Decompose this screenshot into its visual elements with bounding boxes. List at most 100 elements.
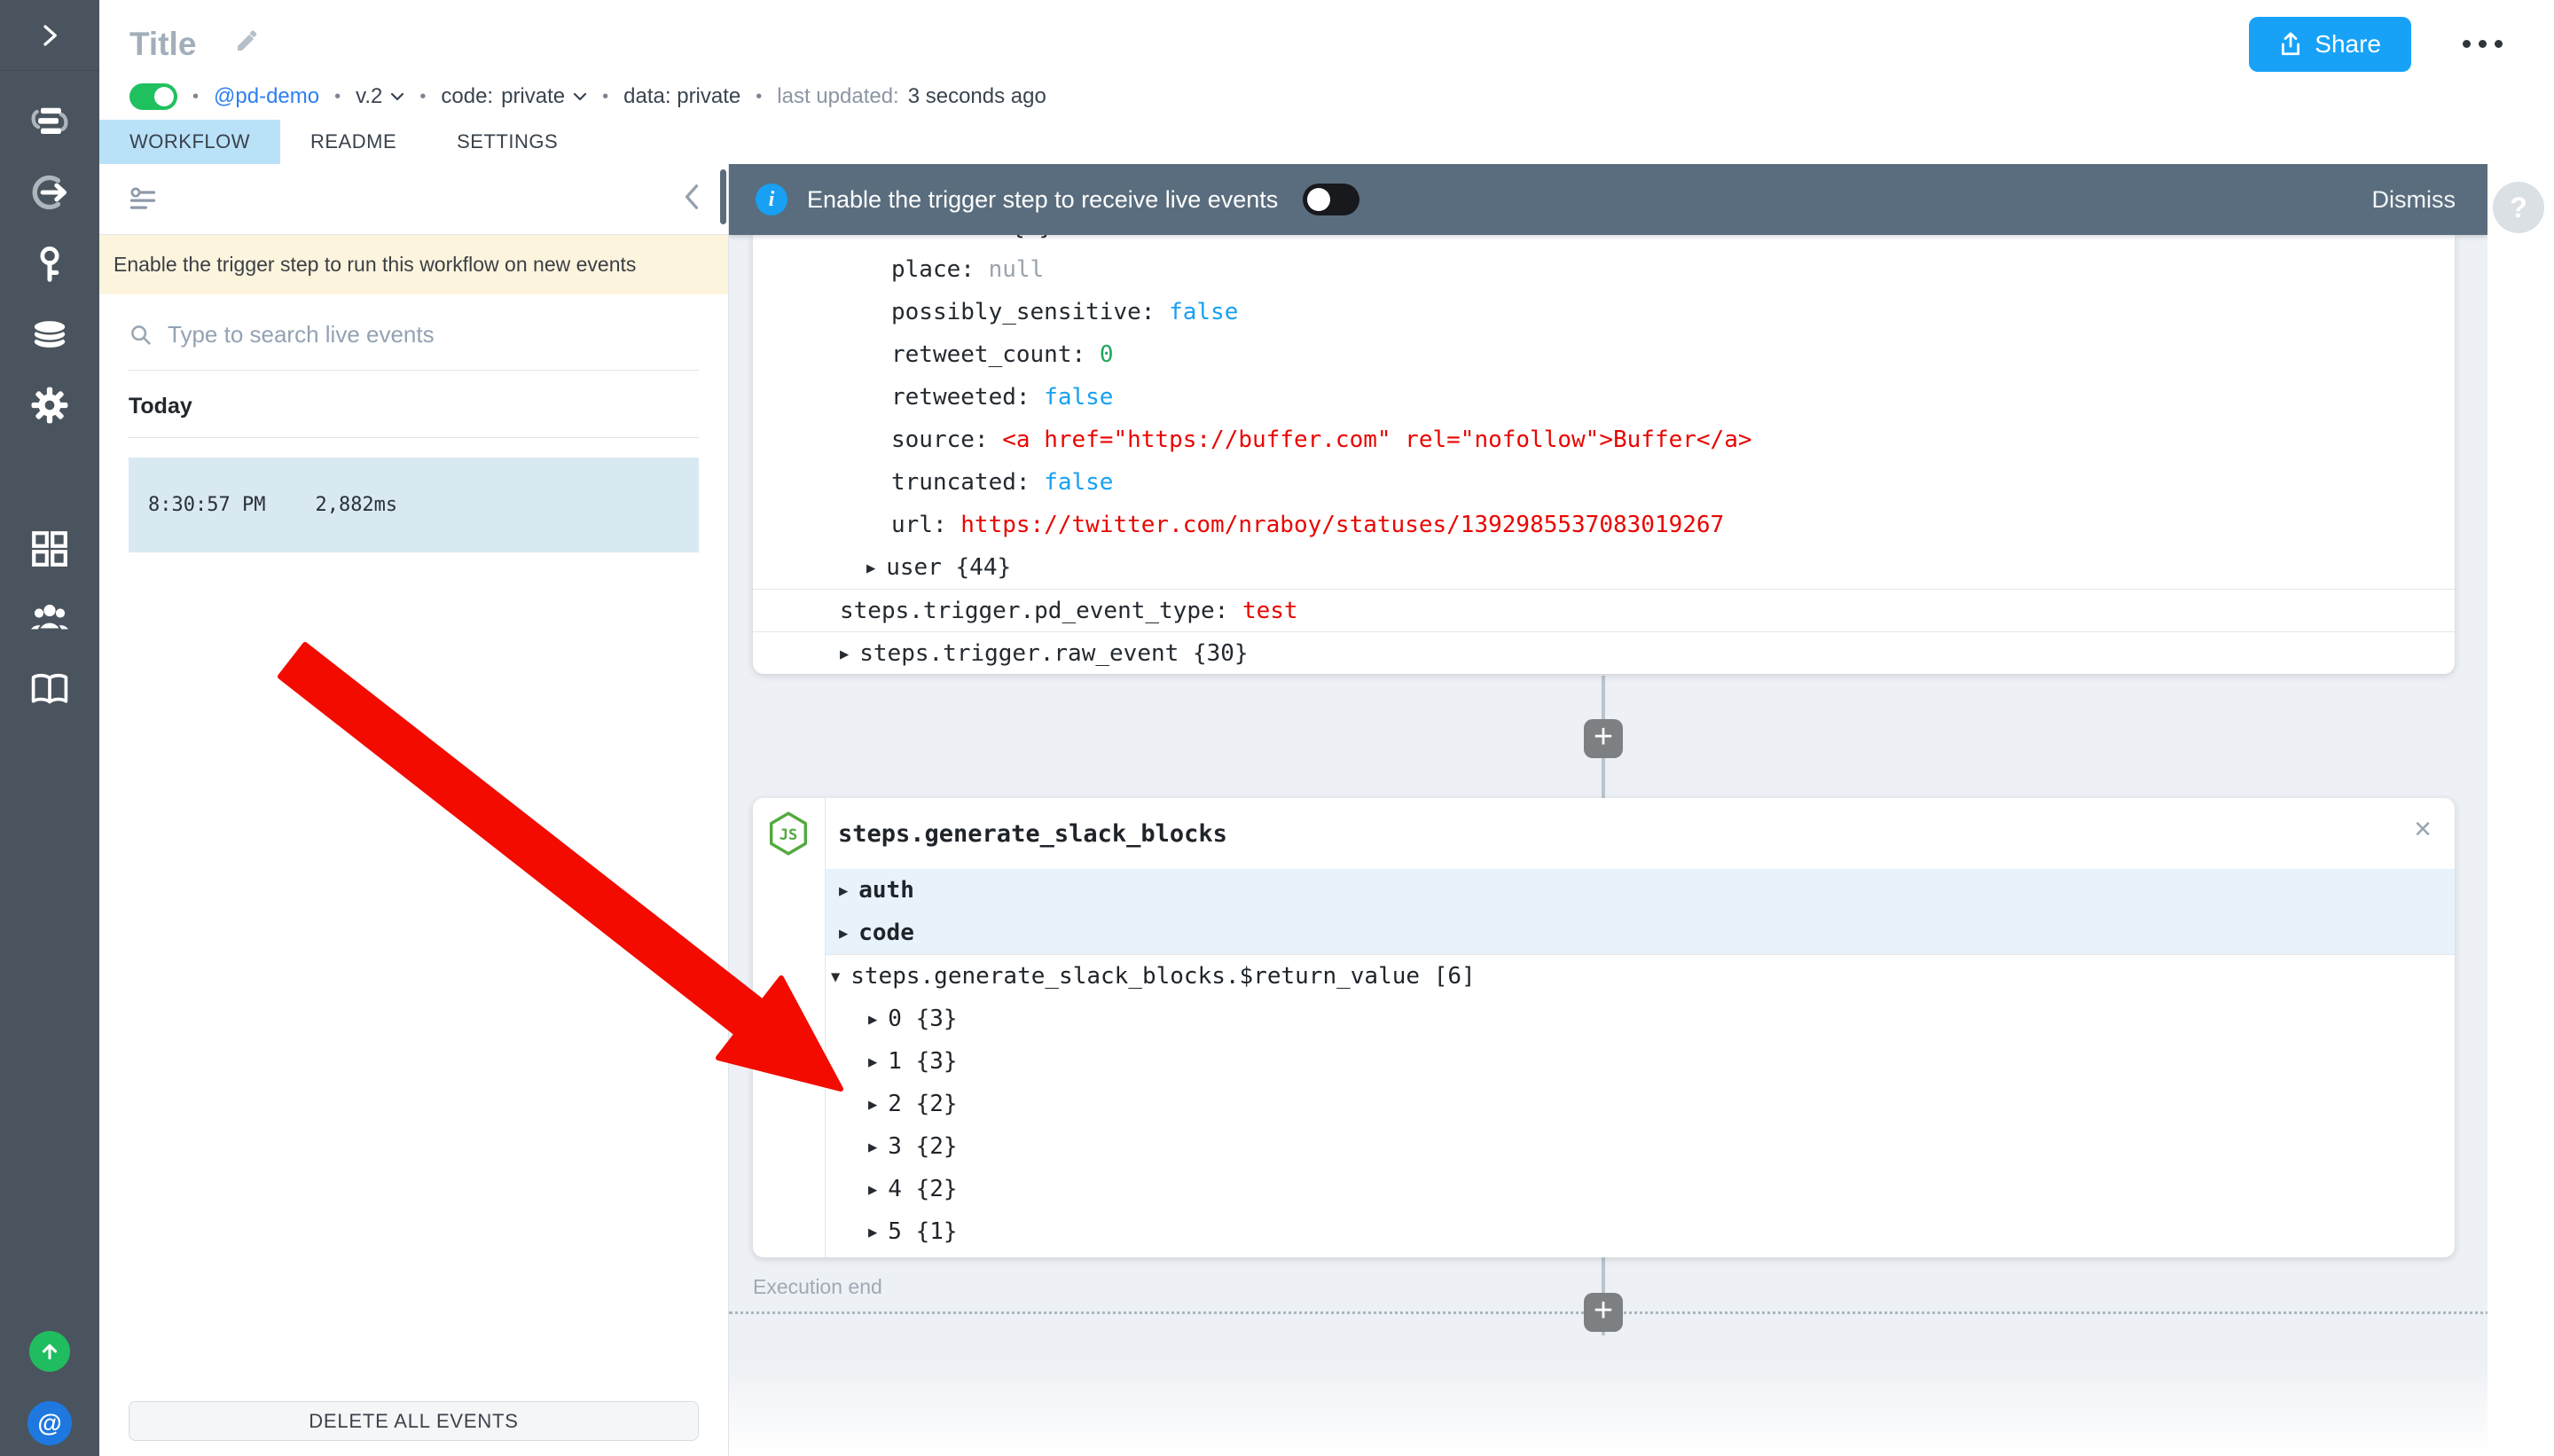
json-value: 0	[1099, 341, 1114, 368]
dot-separator: •	[334, 86, 341, 106]
json-line: possibly_sensitive: false	[891, 291, 2455, 333]
sidebar-expand-button[interactable]	[0, 0, 99, 71]
return-value-item-5[interactable]: ▶ 5 {1}	[753, 1210, 2455, 1253]
expand-triangle-icon: ▶	[868, 1053, 878, 1071]
live-events-toggle[interactable]	[1303, 184, 1360, 215]
topbar: Title Share • @pd-demo • v.2 • code: pri…	[99, 0, 2554, 164]
filter-icon[interactable]	[129, 185, 157, 214]
json-line: retweeted: false	[891, 376, 2455, 419]
json-prop-row: retweeted: false	[753, 376, 2455, 419]
collapse-triangle-icon: ▼	[831, 968, 841, 986]
return-value-row[interactable]: ▼ steps.generate_slack_blocks.$return_val…	[753, 955, 2455, 998]
collapse-panel-button[interactable]	[682, 184, 701, 215]
item-index: 4	[888, 1176, 916, 1202]
json-key: place:	[891, 256, 989, 283]
sidebar-item-settings[interactable]	[28, 384, 71, 427]
sidebar-item-data-stores[interactable]	[28, 313, 71, 356]
sidebar-item-sources[interactable]	[28, 171, 71, 214]
return-value-item-2[interactable]: ▶ 2 {2}	[753, 1083, 2455, 1125]
panel-scrollbar[interactable]	[720, 169, 726, 224]
json-value: test	[1242, 598, 1298, 624]
sidebar-item-community[interactable]	[28, 596, 71, 638]
add-step-button[interactable]: +	[1584, 719, 1623, 758]
people-icon	[31, 604, 68, 630]
close-icon[interactable]: ×	[2414, 814, 2432, 844]
add-step-button-end[interactable]: +	[1584, 1293, 1623, 1332]
sidebar-item-apps[interactable]	[28, 528, 71, 570]
sidebar-rail: @	[0, 0, 99, 1456]
expand-triangle-icon: ▶	[839, 925, 849, 943]
json-count-badge: {44}	[955, 554, 1012, 581]
tab-settings[interactable]: SETTINGS	[427, 120, 588, 164]
key-icon	[40, 247, 59, 282]
sidebar-item-workflows[interactable]	[28, 99, 71, 142]
tab-workflow[interactable]: WORKFLOW	[99, 120, 280, 164]
source-exit-icon	[32, 175, 67, 210]
dot-separator: •	[756, 86, 763, 106]
sidebar-item-docs[interactable]	[28, 668, 71, 710]
pencil-icon	[238, 30, 257, 51]
event-group-label: Today	[129, 394, 192, 419]
json-prop-row: url: https://twitter.com/nraboy/statuses…	[753, 504, 2455, 546]
json-node-metadata[interactable]: ▶ metadata {2}	[753, 235, 2455, 248]
delete-all-events-button[interactable]: DELETE ALL EVENTS	[129, 1401, 699, 1441]
deploy-toggle[interactable]	[129, 83, 177, 110]
database-icon	[32, 318, 67, 350]
data-visibility: data: private	[623, 84, 741, 108]
section-label: auth	[858, 877, 914, 904]
return-value-item-0[interactable]: ▶ 0 {3}	[753, 998, 2455, 1040]
return-value-item-4[interactable]: ▶ 4 {2}	[753, 1168, 2455, 1210]
edit-title-button[interactable]	[233, 28, 260, 59]
execution-end-line	[729, 1311, 2554, 1314]
code-step-section-auth[interactable]: ▶ auth	[826, 869, 2455, 912]
json-line: retweet_count: 0	[891, 333, 2455, 376]
workflow-canvas: i Enable the trigger step to receive liv…	[729, 164, 2487, 1456]
json-line: source: <a href="https://buffer.com" rel…	[891, 419, 2455, 461]
json-line: url: https://twitter.com/nraboy/statuses…	[891, 504, 2455, 546]
gear-icon	[31, 387, 68, 424]
sidebar-item-accounts[interactable]	[28, 243, 71, 286]
json-prop-row: truncated: false	[753, 461, 2455, 504]
chevron-right-icon	[43, 24, 57, 46]
nodejs-icon: JS	[768, 811, 809, 860]
json-key: url:	[891, 512, 961, 538]
json-key: retweet_count:	[891, 341, 1100, 368]
json-line: ▶ metadata {2}	[866, 235, 2455, 248]
event-search	[129, 321, 699, 348]
code-visibility-dropdown[interactable]: code: private	[441, 84, 587, 109]
item-index: 2	[888, 1091, 916, 1117]
whats-new-button[interactable]	[29, 1331, 70, 1372]
more-menu-button[interactable]	[2463, 40, 2503, 48]
dot-separator: •	[419, 86, 427, 106]
code-step-title: steps.generate_slack_blocks	[838, 819, 1227, 848]
last-updated-value: 3 seconds ago	[907, 84, 1046, 108]
last-updated-label: last updated:	[777, 84, 899, 108]
expand-triangle-icon: ▶	[840, 646, 850, 663]
item-index: 3	[888, 1133, 916, 1160]
svg-text:JS: JS	[780, 826, 798, 844]
version-dropdown[interactable]: v.2	[356, 84, 404, 109]
share-button[interactable]: Share	[2249, 16, 2411, 72]
owner-link[interactable]: @pd-demo	[214, 84, 319, 109]
code-step-section-code[interactable]: ▶ code	[826, 912, 2455, 954]
return-value-rows: ▼ steps.generate_slack_blocks.$return_val…	[753, 955, 2455, 1253]
tab-readme[interactable]: README	[280, 120, 427, 164]
support-button[interactable]: @	[27, 1401, 72, 1445]
json-line: ▶ steps.trigger.raw_event {30}	[840, 632, 2455, 677]
at-sign-icon: @	[37, 1409, 62, 1436]
search-input[interactable]	[168, 321, 699, 348]
divider	[129, 437, 699, 438]
return-value-item-1[interactable]: ▶ 1 {3}	[753, 1040, 2455, 1083]
json-node-user[interactable]: ▶ user {44}	[753, 546, 2455, 589]
return-value-item-3[interactable]: ▶ 3 {2}	[753, 1125, 2455, 1168]
help-button[interactable]: ?	[2493, 182, 2544, 233]
book-icon	[31, 673, 68, 704]
json-count-badge: {30}	[1192, 640, 1249, 667]
dismiss-button[interactable]: Dismiss	[2372, 186, 2456, 214]
dot-separator: •	[192, 86, 200, 106]
json-node-steps.trigger.raw_event[interactable]: ▶ steps.trigger.raw_event {30}	[753, 631, 2455, 674]
json-key: metadata	[886, 235, 1011, 240]
return-value-label: steps.generate_slack_blocks.$return_valu…	[850, 963, 1434, 990]
json-count-badge: {2}	[915, 1176, 958, 1202]
event-list-item[interactable]: 8:30:57 PM 2,882ms	[129, 458, 699, 552]
